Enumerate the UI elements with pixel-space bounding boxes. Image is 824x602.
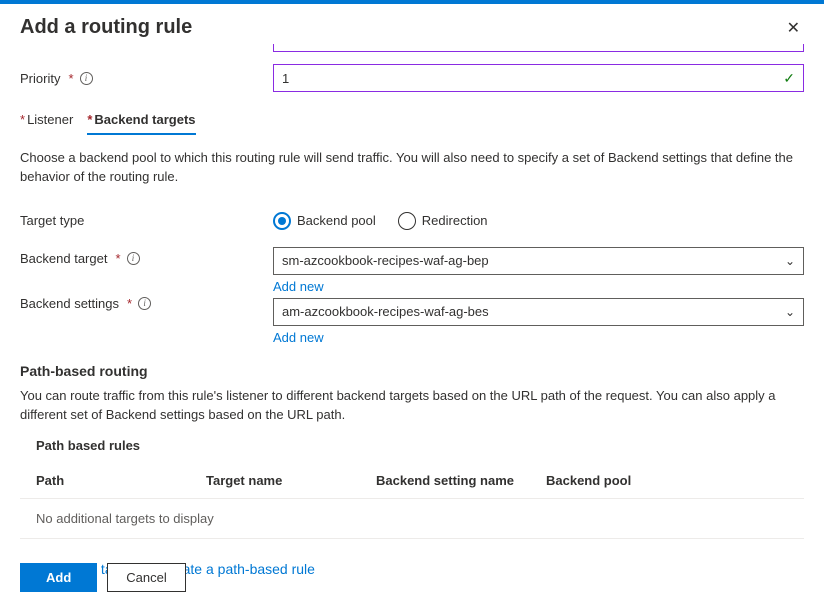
radio-redirection[interactable]: Redirection bbox=[398, 212, 488, 230]
panel-title: Add a routing rule bbox=[20, 16, 192, 39]
backend-description: Choose a backend pool to which this rout… bbox=[20, 149, 804, 187]
target-type-label: Target type bbox=[20, 213, 84, 228]
truncated-field-above bbox=[273, 44, 804, 52]
info-icon[interactable]: i bbox=[80, 72, 93, 85]
add-new-backend-settings-link[interactable]: Add new bbox=[273, 330, 804, 345]
backend-target-dropdown[interactable]: sm-azcookbook-recipes-waf-ag-bep ⌄ bbox=[273, 247, 804, 275]
backend-target-label: Backend target bbox=[20, 251, 107, 266]
add-new-backend-target-link[interactable]: Add new bbox=[273, 279, 804, 294]
close-icon[interactable]: ✕ bbox=[783, 16, 804, 40]
priority-label: Priority bbox=[20, 71, 60, 86]
info-icon[interactable]: i bbox=[127, 252, 140, 265]
tab-listener[interactable]: *Listener bbox=[20, 106, 73, 135]
radio-backend-pool[interactable]: Backend pool bbox=[273, 212, 376, 230]
path-based-rules-heading: Path based rules bbox=[36, 438, 804, 453]
add-button[interactable]: Add bbox=[20, 563, 97, 592]
th-target-name: Target name bbox=[206, 473, 376, 488]
backend-target-value: sm-azcookbook-recipes-waf-ag-bep bbox=[282, 253, 489, 268]
info-icon[interactable]: i bbox=[138, 297, 151, 310]
chevron-down-icon: ⌄ bbox=[785, 305, 795, 319]
tab-backend-targets[interactable]: *Backend targets bbox=[87, 106, 195, 135]
th-backend-setting-name: Backend setting name bbox=[376, 473, 546, 488]
required-asterisk: * bbox=[68, 71, 73, 86]
priority-input[interactable]: 1 ✓ bbox=[273, 64, 804, 92]
th-path: Path bbox=[36, 473, 206, 488]
cancel-button[interactable]: Cancel bbox=[107, 563, 185, 592]
backend-settings-label: Backend settings bbox=[20, 296, 119, 311]
chevron-down-icon: ⌄ bbox=[785, 254, 795, 268]
backend-settings-dropdown[interactable]: am-azcookbook-recipes-waf-ag-bes ⌄ bbox=[273, 298, 804, 326]
path-rules-table: Path Target name Backend setting name Ba… bbox=[20, 463, 804, 539]
th-backend-pool: Backend pool bbox=[546, 473, 788, 488]
backend-settings-value: am-azcookbook-recipes-waf-ag-bes bbox=[282, 304, 489, 319]
panel-header: Add a routing rule ✕ bbox=[0, 4, 824, 44]
path-routing-description: You can route traffic from this rule's l… bbox=[20, 387, 804, 425]
table-empty-row: No additional targets to display bbox=[20, 499, 804, 539]
checkmark-icon: ✓ bbox=[783, 70, 795, 87]
priority-value: 1 bbox=[282, 71, 289, 86]
path-based-routing-heading: Path-based routing bbox=[20, 363, 804, 379]
